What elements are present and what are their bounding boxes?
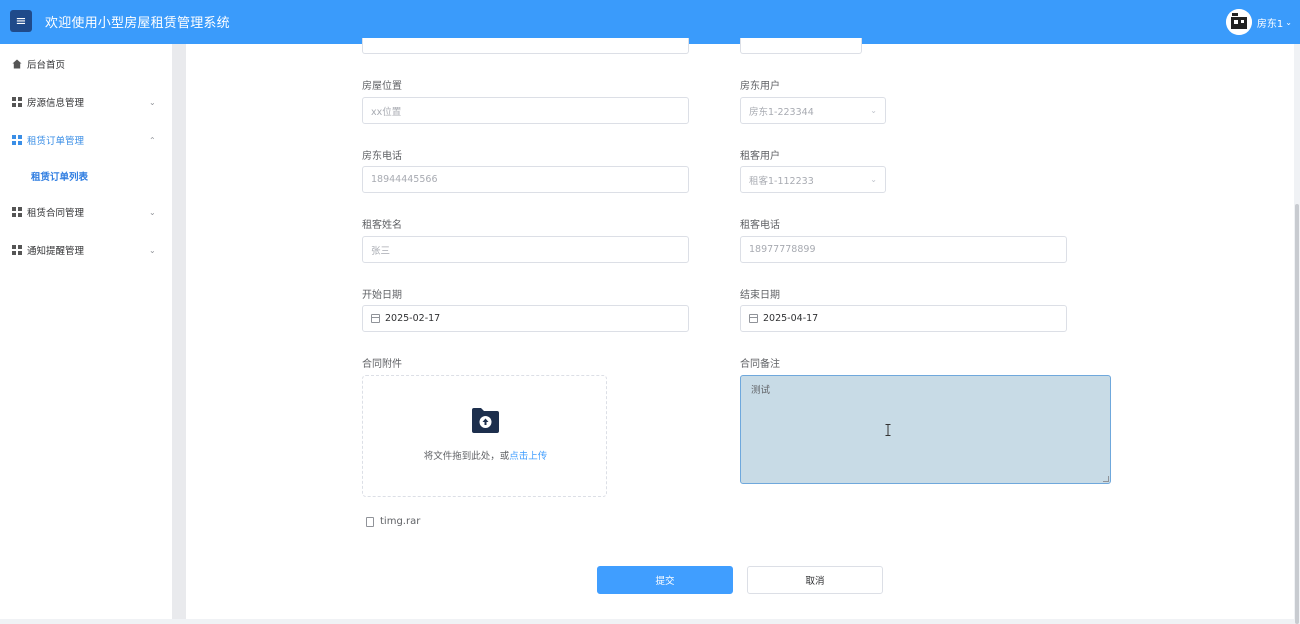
end-date-value: 2025-04-17 bbox=[763, 313, 819, 324]
chevron-down-icon: ⌄ bbox=[149, 245, 156, 255]
sidebar-item-label: 租赁合同管理 bbox=[27, 208, 85, 219]
hamburger-icon[interactable]: ≡ bbox=[10, 10, 32, 32]
calendar-icon bbox=[371, 314, 380, 323]
sidebar-item-house-info[interactable]: 房源信息管理 ⌄ bbox=[0, 84, 172, 120]
partially-visible-input[interactable] bbox=[740, 38, 862, 54]
folder-upload-icon bbox=[471, 406, 500, 434]
end-date-label: 结束日期 bbox=[740, 290, 780, 301]
avatar bbox=[1225, 9, 1252, 35]
calendar-icon bbox=[749, 314, 758, 323]
user-name: 房东1 bbox=[1256, 18, 1284, 30]
chevron-down-icon: ⌄ bbox=[149, 97, 156, 107]
grid-icon bbox=[12, 135, 22, 145]
remark-label: 合同备注 bbox=[740, 359, 780, 370]
upload-click-link[interactable]: 点击上传 bbox=[509, 451, 547, 462]
scrollbar-thumb[interactable] bbox=[1295, 204, 1299, 624]
resize-handle[interactable] bbox=[1103, 476, 1109, 482]
sidebar-item-rental-contracts[interactable]: 租赁合同管理 ⌄ bbox=[0, 194, 172, 230]
tenant-name-label: 租客姓名 bbox=[362, 220, 402, 231]
uploaded-file-item[interactable]: timg.rar bbox=[366, 516, 420, 527]
tenant-user-label: 租客用户 bbox=[740, 151, 780, 162]
landlord-user-select[interactable]: 房东1-223344 ⌄ bbox=[740, 97, 886, 124]
sidebar: 后台首页 房源信息管理 ⌄ 租赁订单管理 ⌃ 租赁订单列表 租赁合同管理 ⌄ 通… bbox=[0, 44, 172, 619]
chevron-down-icon: ⌄ bbox=[870, 175, 877, 184]
start-date-picker[interactable]: 2025-02-17 bbox=[362, 305, 689, 332]
submit-button[interactable]: 提交 bbox=[597, 566, 733, 594]
chevron-down-icon: ⌄ bbox=[870, 106, 877, 115]
app-title: 欢迎使用小型房屋租赁管理系统 bbox=[45, 16, 230, 31]
sidebar-subitem-label: 租赁订单列表 bbox=[31, 172, 89, 183]
sidebar-item-label: 房源信息管理 bbox=[27, 98, 85, 109]
uploaded-file-name: timg.rar bbox=[380, 516, 421, 527]
grid-icon bbox=[12, 207, 22, 217]
sidebar-item-rental-orders[interactable]: 租赁订单管理 ⌃ bbox=[0, 122, 172, 158]
tenant-name-input[interactable]: 张三 bbox=[362, 236, 689, 263]
sidebar-gutter bbox=[172, 44, 186, 619]
partially-visible-input[interactable] bbox=[362, 38, 689, 54]
chevron-down-icon: ⌄ bbox=[1285, 17, 1292, 27]
landlord-user-label: 房东用户 bbox=[740, 81, 780, 92]
file-upload-dropzone[interactable]: 将文件拖到此处，或点击上传 bbox=[362, 375, 607, 497]
attachment-label: 合同附件 bbox=[362, 359, 402, 370]
upload-drag-text: 将文件拖到此处，或 bbox=[423, 451, 510, 462]
sidebar-item-label: 租赁订单管理 bbox=[27, 136, 85, 147]
sidebar-subitem-order-list[interactable]: 租赁订单列表 bbox=[0, 161, 172, 191]
remark-value: 测试 bbox=[751, 385, 771, 396]
chevron-up-icon: ⌃ bbox=[149, 135, 156, 145]
user-menu[interactable]: 房东1 ⌄ bbox=[1225, 9, 1292, 35]
tenant-user-value: 租客1-112233 bbox=[749, 175, 814, 187]
remark-textarea[interactable]: 测试 bbox=[740, 375, 1111, 484]
sidebar-item-label: 通知提醒管理 bbox=[27, 246, 85, 257]
start-date-label: 开始日期 bbox=[362, 290, 402, 301]
document-icon bbox=[366, 516, 374, 527]
tenant-phone-input[interactable]: 18977778899 bbox=[740, 236, 1067, 263]
house-location-input[interactable]: xx位置 bbox=[362, 97, 689, 124]
sidebar-item-home[interactable]: 后台首页 bbox=[0, 46, 172, 82]
house-location-label: 房屋位置 bbox=[362, 81, 402, 92]
sidebar-item-notifications[interactable]: 通知提醒管理 ⌄ bbox=[0, 232, 172, 268]
landlord-phone-label: 房东电话 bbox=[362, 151, 402, 162]
grid-icon bbox=[12, 97, 22, 107]
grid-icon bbox=[12, 245, 22, 255]
chevron-down-icon: ⌄ bbox=[149, 207, 156, 217]
upload-hint: 将文件拖到此处，或点击上传 bbox=[363, 448, 608, 462]
cancel-button[interactable]: 取消 bbox=[747, 566, 883, 594]
start-date-value: 2025-02-17 bbox=[385, 313, 441, 324]
text-cursor-icon bbox=[885, 424, 891, 436]
sidebar-item-label: 后台首页 bbox=[27, 60, 66, 71]
landlord-user-value: 房东1-223344 bbox=[749, 106, 814, 118]
tenant-user-select[interactable]: 租客1-112233 ⌄ bbox=[740, 166, 886, 193]
end-date-picker[interactable]: 2025-04-17 bbox=[740, 305, 1067, 332]
page-scrollbar[interactable] bbox=[1294, 44, 1300, 624]
main-form-card: 房屋位置 xx位置 房东用户 房东1-223344 ⌄ 房东电话 1894444… bbox=[186, 38, 1294, 619]
home-icon bbox=[12, 59, 22, 69]
landlord-phone-input[interactable]: 18944445566 bbox=[362, 166, 689, 193]
tenant-phone-label: 租客电话 bbox=[740, 220, 780, 231]
